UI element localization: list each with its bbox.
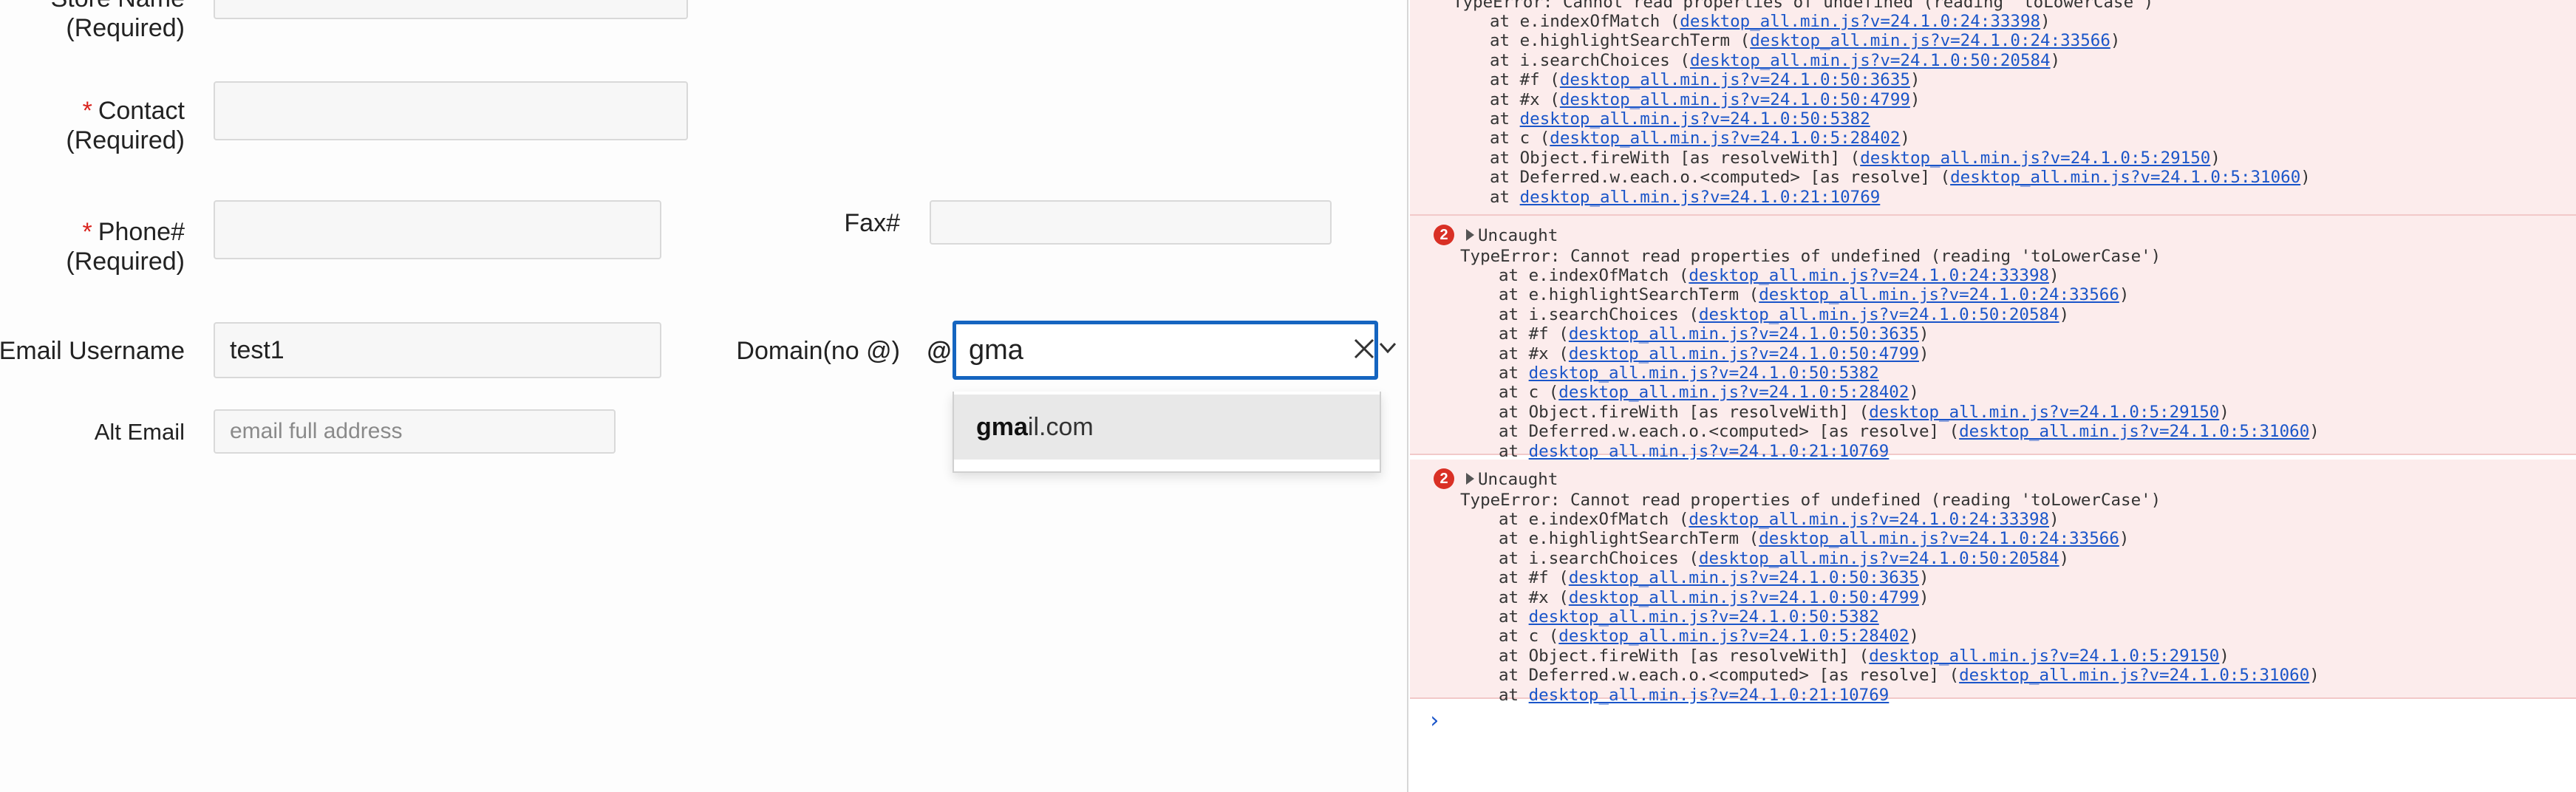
stack-frame: at i.searchChoices (desktop_all.min.js?v… <box>1499 304 2070 324</box>
source-link[interactable]: desktop_all.min.js?v=24.1.0:5:29150 <box>1869 403 2219 422</box>
stack-frame: at #f (desktop_all.min.js?v=24.1.0:50:36… <box>1499 324 1929 344</box>
stack-frame: at e.indexOfMatch (desktop_all.min.js?v=… <box>1490 12 2051 31</box>
stack-frame: at c (desktop_all.min.js?v=24.1.0:5:2840… <box>1490 129 1910 148</box>
stack-frame: at desktop_all.min.js?v=24.1.0:21:10769 <box>1499 441 1890 461</box>
source-link[interactable]: desktop_all.min.js?v=24.1.0:21:10769 <box>1529 686 1890 705</box>
email-username-label: Email Username <box>0 337 185 365</box>
store-name-input[interactable] <box>214 0 688 19</box>
phone-label: * Phone# (Required) <box>66 218 185 276</box>
source-link[interactable]: desktop_all.min.js?v=24.1.0:5:28402 <box>1550 129 1900 148</box>
source-link[interactable]: desktop_all.min.js?v=24.1.0:50:5382 <box>1529 607 1879 627</box>
phone-input[interactable] <box>214 200 661 259</box>
stack-frame: at e.highlightSearchTerm (desktop_all.mi… <box>1490 31 2121 51</box>
source-link[interactable]: desktop_all.min.js?v=24.1.0:5:31060 <box>1950 168 2300 187</box>
required-marker: * <box>82 218 92 246</box>
source-link[interactable]: desktop_all.min.js?v=24.1.0:5:28402 <box>1558 383 1909 402</box>
expand-triangle-icon[interactable] <box>1466 229 1474 241</box>
alt-email-label: Alt Email <box>94 419 185 445</box>
required-marker: * <box>82 97 92 125</box>
error-text: TypeError: Cannot read properties of und… <box>1460 247 2161 266</box>
error-count-badge: 2 <box>1434 468 1454 489</box>
source-link[interactable]: desktop_all.min.js?v=24.1.0:5:29150 <box>1860 148 2210 168</box>
source-link[interactable]: desktop_all.min.js?v=24.1.0:5:31060 <box>1959 666 2309 685</box>
stack-frame: at e.indexOfMatch (desktop_all.min.js?v=… <box>1499 266 2059 285</box>
expand-triangle-icon[interactable] <box>1466 473 1474 485</box>
uncaught-label[interactable]: Uncaught <box>1478 226 1558 245</box>
stack-frame: at c (desktop_all.min.js?v=24.1.0:5:2840… <box>1499 627 1919 646</box>
contact-input[interactable] <box>214 81 688 140</box>
stack-frame: at Object.fireWith [as resolveWith] (des… <box>1490 148 2221 168</box>
source-link[interactable]: desktop_all.min.js?v=24.1.0:21:10769 <box>1529 442 1890 461</box>
source-link[interactable]: desktop_all.min.js?v=24.1.0:24:33566 <box>1750 31 2110 50</box>
stack-frame: at desktop_all.min.js?v=24.1.0:50:5382 <box>1490 109 1870 129</box>
source-link[interactable]: desktop_all.min.js?v=24.1.0:50:3635 <box>1569 568 1919 587</box>
source-link[interactable]: desktop_all.min.js?v=24.1.0:50:3635 <box>1560 70 1910 89</box>
domain-input[interactable]: gma <box>953 321 1378 380</box>
stack-frame: at desktop_all.min.js?v=24.1.0:50:5382 <box>1499 607 1879 627</box>
chevron-down-icon[interactable] <box>1379 341 1397 355</box>
stack-frame: at Deferred.w.each.o.<computed> [as reso… <box>1499 422 2320 442</box>
stack-frame: at Object.fireWith [as resolveWith] (des… <box>1499 402 2229 422</box>
source-link[interactable]: desktop_all.min.js?v=24.1.0:50:5382 <box>1520 109 1870 129</box>
store-name-label: Store Name (Required) <box>51 0 185 42</box>
domain-suggestions: gma il.com <box>953 392 1381 473</box>
stack-frame: at #x (desktop_all.min.js?v=24.1.0:50:47… <box>1499 587 1929 607</box>
devtools-console: TypeError: Cannot read properties of und… <box>1407 0 2576 792</box>
source-link[interactable]: desktop_all.min.js?v=24.1.0:24:33398 <box>1680 12 2040 31</box>
email-username-input[interactable]: test1 <box>214 322 661 378</box>
source-link[interactable]: desktop_all.min.js?v=24.1.0:21:10769 <box>1520 188 1881 207</box>
source-link[interactable]: desktop_all.min.js?v=24.1.0:24:33398 <box>1689 266 2049 285</box>
source-link[interactable]: desktop_all.min.js?v=24.1.0:50:4799 <box>1560 90 1910 109</box>
stack-frame: at desktop_all.min.js?v=24.1.0:21:10769 <box>1490 187 1881 207</box>
error-count-badge: 2 <box>1434 225 1454 245</box>
stack-frame: at Deferred.w.each.o.<computed> [as reso… <box>1499 666 2320 686</box>
alt-email-input[interactable]: email full address <box>214 409 616 454</box>
source-link[interactable]: desktop_all.min.js?v=24.1.0:24:33566 <box>1759 285 2119 304</box>
stack-frame: at desktop_all.min.js?v=24.1.0:50:5382 <box>1499 363 1879 383</box>
error-text: TypeError: Cannot read properties of und… <box>1460 491 2161 510</box>
stack-frame: at #f (desktop_all.min.js?v=24.1.0:50:36… <box>1490 70 1921 90</box>
contact-label: * Contact (Required) <box>66 97 185 154</box>
console-error-message: TypeError: Cannot read properties of und… <box>1410 0 2576 216</box>
source-link[interactable]: desktop_all.min.js?v=24.1.0:50:20584 <box>1699 305 2059 324</box>
stack-frame: at #f (desktop_all.min.js?v=24.1.0:50:36… <box>1499 568 1929 588</box>
source-link[interactable]: desktop_all.min.js?v=24.1.0:50:3635 <box>1569 324 1919 344</box>
domain-suggestion-option[interactable]: gma il.com <box>954 395 1380 460</box>
source-link[interactable]: desktop_all.min.js?v=24.1.0:50:4799 <box>1569 588 1919 607</box>
stack-frame: at #x (desktop_all.min.js?v=24.1.0:50:47… <box>1490 89 1921 109</box>
fax-label: Fax# <box>844 209 900 237</box>
console-prompt[interactable]: › <box>1428 708 1441 734</box>
stack-frame: at e.indexOfMatch (desktop_all.min.js?v=… <box>1499 510 2059 529</box>
stack-frame: at i.searchChoices (desktop_all.min.js?v… <box>1490 50 2061 70</box>
error-text: TypeError: Cannot read properties of und… <box>1453 0 2154 12</box>
stack-frame: at desktop_all.min.js?v=24.1.0:21:10769 <box>1499 685 1890 705</box>
source-link[interactable]: desktop_all.min.js?v=24.1.0:50:20584 <box>1699 549 2059 568</box>
source-link[interactable]: desktop_all.min.js?v=24.1.0:5:29150 <box>1869 646 2219 666</box>
source-link[interactable]: desktop_all.min.js?v=24.1.0:50:4799 <box>1569 344 1919 363</box>
source-link[interactable]: desktop_all.min.js?v=24.1.0:24:33398 <box>1689 510 2049 529</box>
stack-frame: at Object.fireWith [as resolveWith] (des… <box>1499 646 2229 666</box>
stack-frame: at c (desktop_all.min.js?v=24.1.0:5:2840… <box>1499 383 1919 403</box>
source-link[interactable]: desktop_all.min.js?v=24.1.0:5:28402 <box>1558 627 1909 646</box>
at-symbol: @ <box>927 337 952 365</box>
source-link[interactable]: desktop_all.min.js?v=24.1.0:50:5382 <box>1529 363 1879 383</box>
source-link[interactable]: desktop_all.min.js?v=24.1.0:24:33566 <box>1759 529 2119 548</box>
stack-frame: at e.highlightSearchTerm (desktop_all.mi… <box>1499 529 2130 549</box>
clear-icon[interactable] <box>1352 337 1376 361</box>
stack-frame: at Deferred.w.each.o.<computed> [as reso… <box>1490 168 2311 188</box>
stack-frame: at #x (desktop_all.min.js?v=24.1.0:50:47… <box>1499 344 1929 363</box>
console-error-message: 2 Uncaught TypeError: Cannot read properti… <box>1410 460 2576 705</box>
domain-label: Domain(no @) <box>736 337 900 365</box>
stack-frame: at i.searchChoices (desktop_all.min.js?v… <box>1499 548 2070 568</box>
store-form: Store Name (Required) *Contact (Required… <box>0 0 1407 792</box>
fax-input[interactable] <box>930 200 1332 245</box>
source-link[interactable]: desktop_all.min.js?v=24.1.0:5:31060 <box>1959 422 2309 441</box>
uncaught-label[interactable]: Uncaught <box>1478 470 1558 489</box>
console-error-message: 2 Uncaught TypeError: Cannot read properti… <box>1410 216 2576 461</box>
source-link[interactable]: desktop_all.min.js?v=24.1.0:50:20584 <box>1690 51 2051 70</box>
stack-frame: at e.highlightSearchTerm (desktop_all.mi… <box>1499 285 2130 305</box>
